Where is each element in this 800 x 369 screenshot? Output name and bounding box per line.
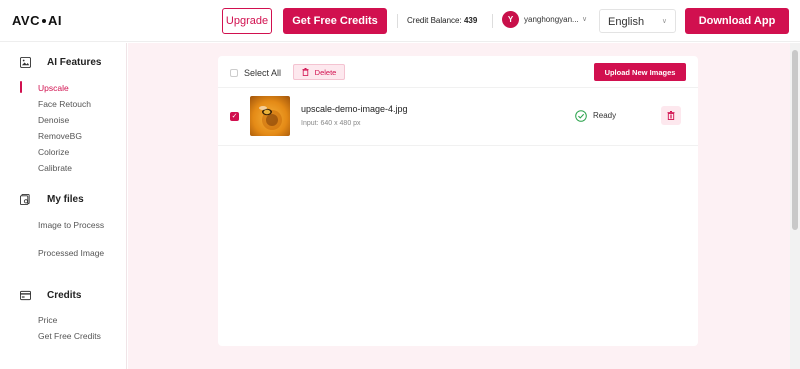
credit-balance: Credit Balance: 439 xyxy=(407,16,477,25)
avatar[interactable]: Y xyxy=(502,11,519,28)
file-name: upscale-demo-image-4.jpg xyxy=(301,104,408,114)
wallet-icon xyxy=(20,290,31,301)
file-row[interactable]: ✓ upscale-demo-image-4.jpg Input: 640 x … xyxy=(218,92,698,146)
file-status: Ready xyxy=(593,111,617,120)
language-value: English xyxy=(608,16,645,28)
sidebar-item-removebg[interactable]: RemoveBG xyxy=(38,130,118,142)
get-free-credits-button[interactable]: Get Free Credits xyxy=(283,8,387,34)
sidebar-item-calibrate[interactable]: Calibrate xyxy=(38,162,118,174)
trash-icon xyxy=(302,68,309,76)
divider xyxy=(492,14,493,28)
scrollbar-thumb[interactable] xyxy=(792,50,798,230)
download-app-button[interactable]: Download App xyxy=(685,8,789,34)
file-checkbox[interactable]: ✓ xyxy=(230,112,239,121)
select-all-label[interactable]: Select All xyxy=(244,68,281,78)
sidebar-item-price[interactable]: Price xyxy=(38,314,118,326)
sidebar-item-denoise[interactable]: Denoise xyxy=(38,114,118,126)
section-my-files: My files xyxy=(20,194,84,205)
logo[interactable]: AVC AI xyxy=(12,13,62,28)
active-indicator xyxy=(20,81,22,93)
chevron-down-icon[interactable]: ∨ xyxy=(582,15,587,23)
credit-balance-label: Credit Balance: xyxy=(407,16,462,25)
upload-new-images-button[interactable]: Upload New Images xyxy=(594,63,686,81)
username[interactable]: yanghongyan... xyxy=(524,15,579,24)
sidebar-item-image-to-process[interactable]: Image to Process xyxy=(38,219,118,231)
divider xyxy=(397,14,398,28)
credit-balance-value: 439 xyxy=(463,16,478,25)
chevron-down-icon: ∨ xyxy=(661,18,667,25)
section-credits: Credits xyxy=(20,290,81,301)
section-title: Credits xyxy=(47,290,82,301)
delete-label: Delete xyxy=(314,67,337,77)
bee-flower-image xyxy=(250,96,290,136)
files-icon xyxy=(20,194,30,205)
file-list-card: Select All Delete Upload New Images ✓ up… xyxy=(218,56,698,346)
language-select[interactable]: English ∨ xyxy=(599,9,676,33)
file-toolbar: Select All Delete Upload New Images xyxy=(218,56,698,88)
file-thumbnail xyxy=(250,96,290,136)
image-icon xyxy=(20,57,31,68)
sidebar-item-processed-image[interactable]: Processed Image xyxy=(38,247,118,259)
delete-file-button[interactable] xyxy=(661,106,681,125)
top-header: AVC AI Upgrade Get Free Credits Credit Ba… xyxy=(0,0,800,42)
file-dimensions: Input: 640 x 480 px xyxy=(301,120,361,127)
section-title: AI Features xyxy=(47,57,102,68)
upgrade-button[interactable]: Upgrade xyxy=(222,8,272,34)
check-circle-icon xyxy=(575,110,587,122)
sidebar-item-upscale[interactable]: Upscale xyxy=(38,82,118,94)
main-content: Select All Delete Upload New Images ✓ up… xyxy=(128,43,790,369)
sidebar-item-get-free-credits[interactable]: Get Free Credits xyxy=(38,330,118,342)
delete-button[interactable]: Delete xyxy=(293,64,345,80)
select-all-checkbox[interactable] xyxy=(230,69,238,77)
section-ai-features: AI Features xyxy=(20,57,101,68)
trash-icon xyxy=(667,111,675,120)
sidebar: AI Features Upscale Face Retouch Denoise… xyxy=(0,43,127,369)
sidebar-item-face-retouch[interactable]: Face Retouch xyxy=(38,98,118,110)
sidebar-item-colorize[interactable]: Colorize xyxy=(38,146,118,158)
section-title: My files xyxy=(47,194,84,205)
